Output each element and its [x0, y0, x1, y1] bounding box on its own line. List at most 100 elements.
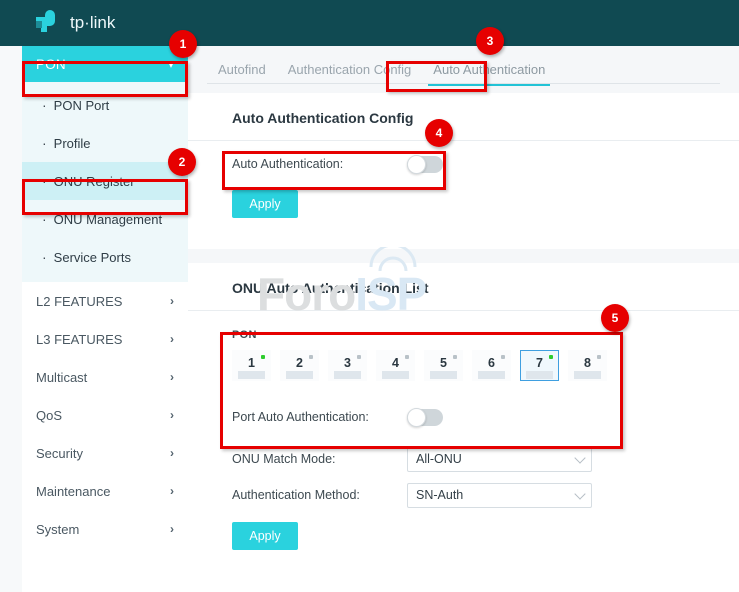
apply-button[interactable]: Apply — [232, 190, 298, 218]
authentication-method-select-wrap: SN-Auth — [407, 482, 592, 508]
sidebar-group-pon[interactable]: PON ▾ — [22, 46, 188, 82]
sidebar-item-label: Security — [36, 445, 83, 461]
chevron-right-icon: › — [170, 294, 174, 308]
auto-authentication-toggle-row: Auto Authentication: — [188, 141, 739, 187]
auth-list-actions: Apply — [188, 513, 739, 550]
sidebar-item-label: L2 FEATURES — [36, 293, 123, 309]
card-gap — [188, 249, 739, 263]
port-base-graphic — [430, 371, 457, 379]
port-base-graphic — [382, 371, 409, 379]
pon-port-1[interactable]: 1 — [232, 350, 271, 381]
chevron-down-icon: ▾ — [168, 58, 174, 71]
sidebar-item-onu-management[interactable]: · ONU Management — [22, 200, 188, 238]
top-header-bar: tp·link — [0, 0, 739, 46]
sidebar-item-label: Profile — [53, 135, 91, 151]
apply-button[interactable]: Apply — [232, 522, 298, 550]
pon-port-number: 3 — [344, 356, 351, 370]
sidebar-item-qos[interactable]: QoS › — [22, 396, 188, 434]
sidebar: PON ▾ · PON Port · Profile · ONU Registe… — [22, 46, 188, 592]
tplink-logo[interactable]: tp·link — [32, 9, 144, 35]
svg-text:tp·link: tp·link — [70, 13, 116, 32]
bullet-dot-icon: · — [42, 211, 47, 227]
auth-config-actions: Apply — [188, 187, 739, 218]
chevron-right-icon: › — [170, 522, 174, 536]
sidebar-item-system[interactable]: System › — [22, 510, 188, 548]
chevron-right-icon: › — [170, 446, 174, 460]
port-auto-authentication-toggle[interactable] — [407, 407, 443, 427]
main-content: Autofind Authentication Config Auto Auth… — [188, 46, 739, 592]
sidebar-item-service-ports[interactable]: · Service Ports — [22, 238, 188, 276]
sidebar-item-security[interactable]: Security › — [22, 434, 188, 472]
toggle-knob — [407, 154, 426, 174]
auto-authentication-label: Auto Authentication: — [232, 157, 344, 171]
sidebar-item-label: QoS — [36, 407, 63, 423]
chevron-right-icon: › — [170, 332, 174, 346]
bullet-dot-icon: · — [42, 97, 47, 113]
annotation-badge-4: 4 — [425, 119, 453, 147]
sidebar-item-label: System — [36, 521, 80, 537]
sidebar-item-label: ONU Management — [53, 211, 163, 227]
sidebar-item-label: PON Port — [53, 97, 110, 113]
onu-match-mode-select[interactable]: All-ONU — [407, 446, 592, 472]
port-base-graphic — [286, 371, 313, 379]
pon-port-number: 5 — [440, 356, 447, 370]
annotation-badge-2: 2 — [168, 148, 196, 176]
onu-match-mode-select-wrap: All-ONU — [407, 446, 592, 472]
tab-autofind[interactable]: Autofind — [207, 62, 277, 86]
port-auto-authentication-row: Port Auto Authentication: — [188, 393, 739, 441]
pon-port-number: 1 — [248, 356, 255, 370]
sidebar-item-label: Maintenance — [36, 483, 111, 499]
sidebar-item-maintenance[interactable]: Maintenance › — [22, 472, 188, 510]
pon-port-selector-block: PON 1 2 3 4 5 6 7 8 — [188, 311, 739, 381]
chevron-right-icon: › — [170, 408, 174, 422]
pon-port-number: 7 — [536, 356, 543, 370]
annotation-badge-5: 5 — [601, 304, 629, 332]
tab-bar: Autofind Authentication Config Auto Auth… — [188, 46, 739, 93]
card-title: Auto Authentication Config — [232, 110, 414, 126]
chevron-right-icon: › — [170, 370, 174, 384]
sidebar-item-l2-features[interactable]: L2 FEATURES › — [22, 282, 188, 320]
port-auto-authentication-label: Port Auto Authentication: — [232, 410, 369, 424]
pon-port-number: 6 — [488, 356, 495, 370]
bullet-dot-icon: · — [42, 249, 47, 265]
onu-auto-authentication-list-card: ONU Auto Authentication List PON 1 2 3 4… — [188, 263, 739, 592]
sidebar-item-onu-register[interactable]: · ONU Register — [22, 162, 188, 200]
sidebar-item-multicast[interactable]: Multicast › — [22, 358, 188, 396]
card-title: ONU Auto Authentication List — [232, 280, 429, 296]
authentication-method-select[interactable]: SN-Auth — [407, 482, 592, 508]
sidebar-item-pon-port[interactable]: · PON Port — [22, 86, 188, 124]
auto-authentication-toggle[interactable] — [407, 154, 443, 174]
auto-authentication-config-card: Auto Authentication Config Auto Authenti… — [188, 93, 739, 249]
sidebar-group-pon-label: PON — [36, 56, 66, 72]
port-base-graphic — [478, 371, 505, 379]
tab-authentication-config[interactable]: Authentication Config — [277, 62, 423, 86]
pon-port-2[interactable]: 2 — [280, 350, 319, 381]
pon-port-3[interactable]: 3 — [328, 350, 367, 381]
pon-port-6[interactable]: 6 — [472, 350, 511, 381]
sidebar-sublist-pon: · PON Port · Profile · ONU Register · ON… — [22, 82, 188, 282]
pon-port-5[interactable]: 5 — [424, 350, 463, 381]
sidebar-left-gutter — [0, 46, 22, 592]
sidebar-item-profile[interactable]: · Profile — [22, 124, 188, 162]
onu-match-mode-row: ONU Match Mode: All-ONU — [188, 441, 739, 477]
port-base-graphic — [238, 371, 265, 379]
bullet-dot-icon: · — [42, 173, 47, 189]
onu-match-mode-label: ONU Match Mode: — [232, 452, 336, 466]
pon-group-label: PON — [232, 329, 257, 341]
pon-port-number: 8 — [584, 356, 591, 370]
sidebar-item-label: L3 FEATURES — [36, 331, 123, 347]
sidebar-item-label: Multicast — [36, 369, 88, 385]
pon-port-list: 1 2 3 4 5 6 7 8 — [232, 350, 739, 381]
toggle-knob — [407, 407, 426, 427]
sidebar-item-l3-features[interactable]: L3 FEATURES › — [22, 320, 188, 358]
pon-port-8[interactable]: 8 — [568, 350, 607, 381]
annotation-badge-1: 1 — [169, 30, 197, 58]
authentication-method-row: Authentication Method: SN-Auth — [188, 477, 739, 513]
port-base-graphic — [574, 371, 601, 379]
tab-auto-authentication[interactable]: Auto Authentication — [422, 62, 556, 86]
pon-port-7[interactable]: 7 — [520, 350, 559, 381]
chevron-right-icon: › — [170, 484, 174, 498]
pon-port-4[interactable]: 4 — [376, 350, 415, 381]
tplink-logo-icon: tp·link — [36, 10, 116, 32]
pon-port-number: 2 — [296, 356, 303, 370]
